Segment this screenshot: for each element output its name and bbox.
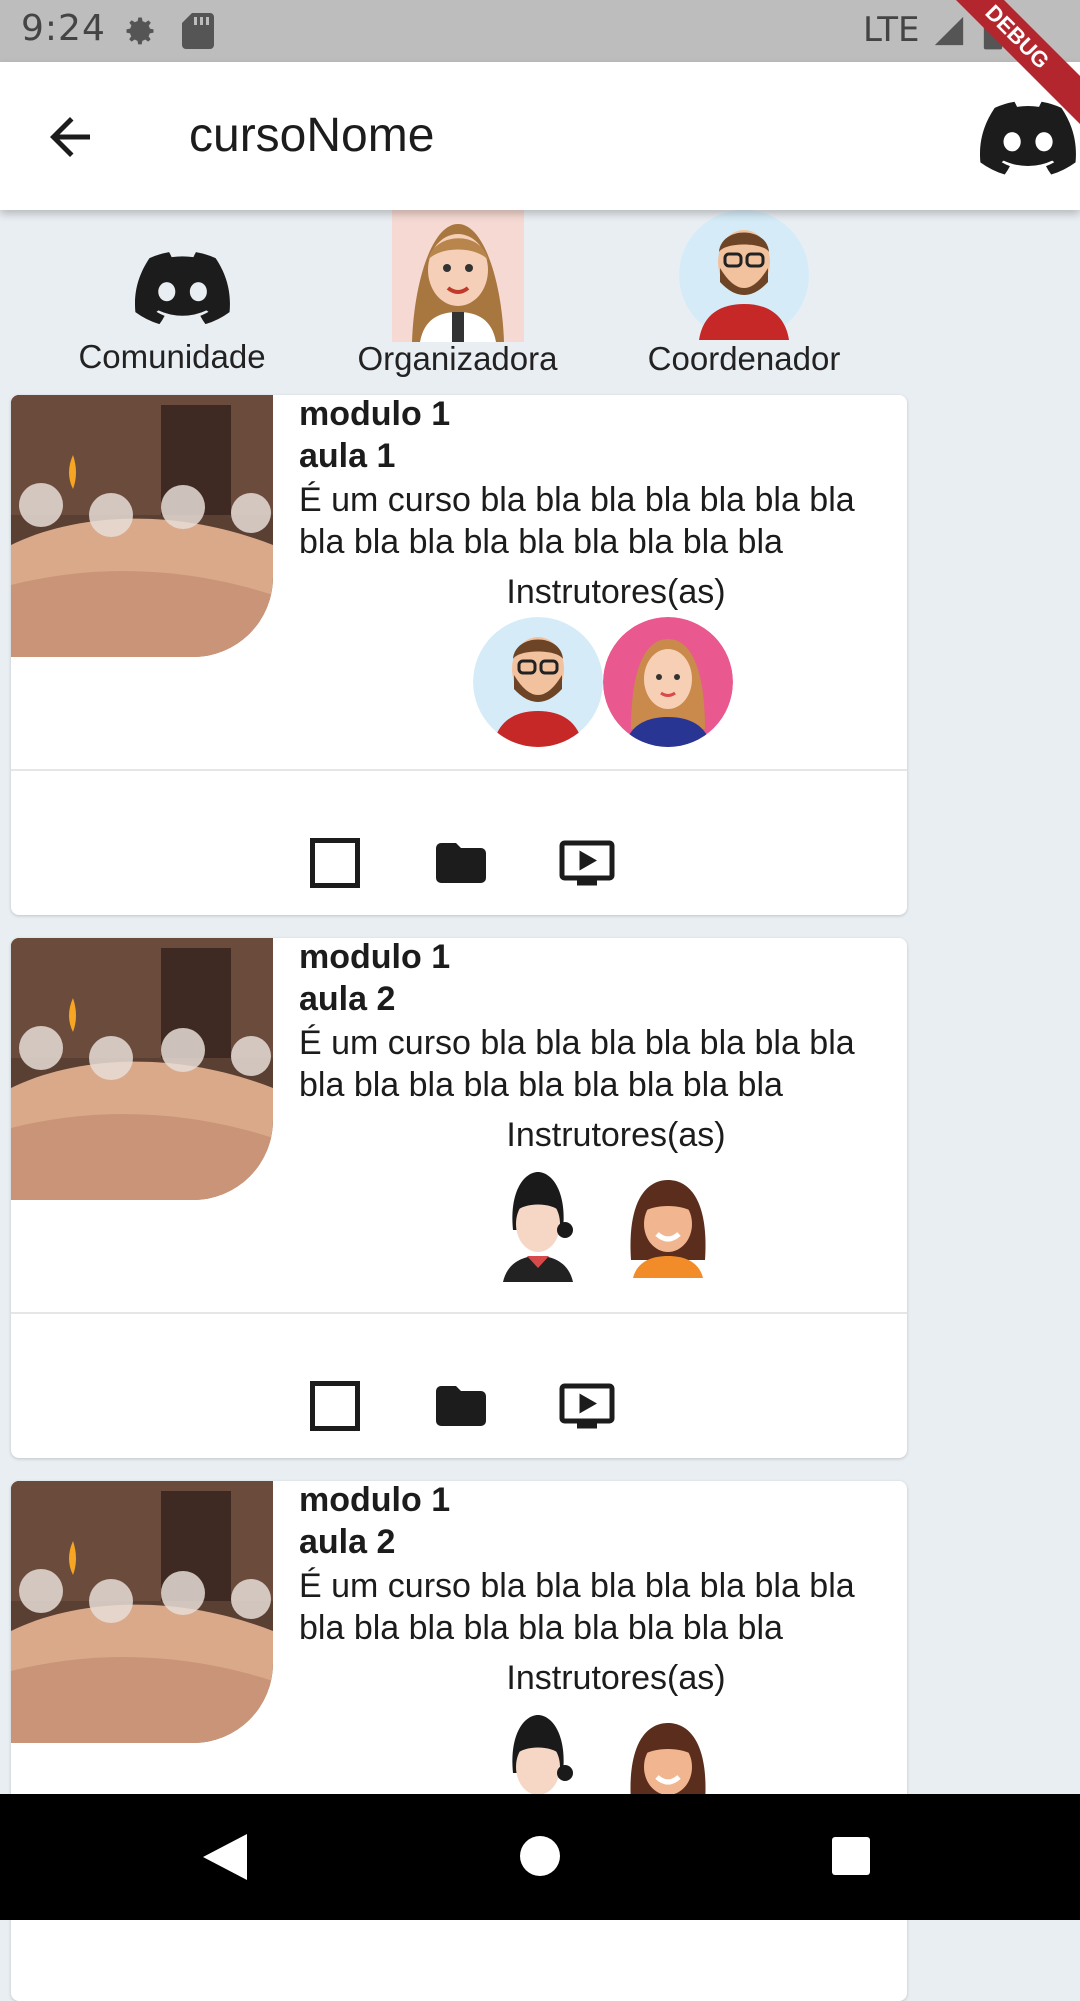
network-type: LTE xyxy=(863,10,920,50)
video-player-icon[interactable] xyxy=(557,833,617,893)
discord-icon xyxy=(135,252,230,324)
coordinator-avatar xyxy=(679,210,809,340)
instructor-avatar-man[interactable] xyxy=(473,617,603,747)
card-lesson: aula 1 xyxy=(299,437,396,475)
card-module: modulo 1 xyxy=(299,938,451,976)
card-description: É um curso bla bla bla bla bla bla bla b… xyxy=(299,481,855,561)
back-triangle-icon[interactable] xyxy=(203,1834,247,1880)
card-module: modulo 1 xyxy=(299,1481,451,1519)
instructor-avatar-woman-brown-hair[interactable] xyxy=(603,1160,733,1290)
instructor-avatar-woman[interactable] xyxy=(603,617,733,747)
system-nav-bar xyxy=(0,1794,1080,1920)
lesson-card[interactable]: modulo 1 aula 2 É um curso bla bla bla b… xyxy=(11,1481,907,2001)
folder-icon[interactable] xyxy=(431,1376,491,1436)
card-module: modulo 1 xyxy=(299,395,451,433)
lesson-thumbnail xyxy=(11,938,273,1200)
folder-icon[interactable] xyxy=(431,833,491,893)
recents-square-icon[interactable] xyxy=(831,1836,871,1876)
instructor-avatar-woman-dark-hair[interactable] xyxy=(473,1160,603,1290)
page-title: cursoNome xyxy=(189,109,435,162)
gear-icon xyxy=(126,17,154,45)
organizer-label: Organizadora xyxy=(357,340,558,377)
lesson-thumbnail xyxy=(11,1481,273,1743)
card-lesson: aula 2 xyxy=(299,1523,396,1561)
discord-icon[interactable] xyxy=(980,100,1076,176)
checkbox-outline-icon[interactable] xyxy=(305,1376,365,1436)
instructors-label: Instrutores(as) xyxy=(506,573,726,611)
organizer-avatar xyxy=(392,210,524,342)
app-bar: cursoNome xyxy=(0,62,1080,210)
card-lesson: aula 2 xyxy=(299,980,396,1018)
instructors-label: Instrutores(as) xyxy=(506,1116,726,1154)
instructors-label: Instrutores(as) xyxy=(506,1659,726,1697)
card-description: É um curso bla bla bla bla bla bla bla b… xyxy=(299,1567,855,1647)
shortcut-row: Comunidade Organizadora Coordenador xyxy=(0,210,1080,380)
signal-icon xyxy=(934,16,964,46)
lesson-card[interactable]: modulo 1 aula 2 É um curso bla bla bla b… xyxy=(11,938,907,1458)
community-label: Comunidade xyxy=(78,338,266,375)
card-description: É um curso bla bla bla bla bla bla bla b… xyxy=(299,1024,855,1104)
back-arrow-icon[interactable] xyxy=(40,107,100,167)
status-bar: 9:24 LTE xyxy=(0,0,1080,62)
lesson-thumbnail xyxy=(11,395,273,657)
checkbox-outline-icon[interactable] xyxy=(305,833,365,893)
card-divider xyxy=(11,769,907,771)
status-time: 9:24 xyxy=(21,8,106,49)
lesson-card[interactable]: modulo 1 aula 1 É um curso bla bla bla b… xyxy=(11,395,907,915)
sd-card-icon xyxy=(182,13,214,49)
home-circle-icon[interactable] xyxy=(518,1834,562,1878)
card-divider xyxy=(11,1312,907,1314)
coordinator-label: Coordenador xyxy=(647,340,841,377)
video-player-icon[interactable] xyxy=(557,1376,617,1436)
